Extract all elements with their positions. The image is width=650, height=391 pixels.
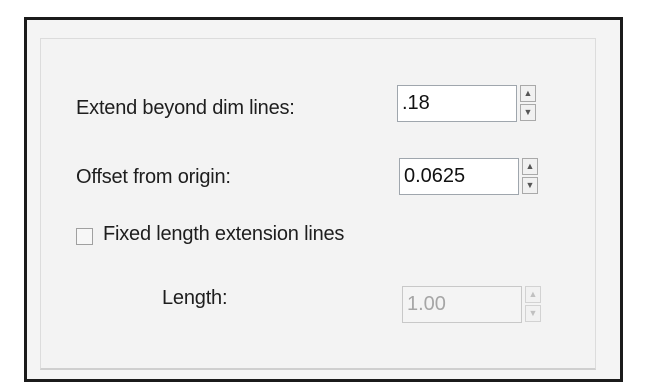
fixed-length-label[interactable]: Fixed length extension lines <box>103 223 344 246</box>
offset-from-origin-input[interactable]: 0.0625 <box>399 158 519 195</box>
fixed-length-checkbox[interactable] <box>76 228 93 245</box>
chevron-down-icon[interactable]: ▼ <box>522 177 538 194</box>
extend-beyond-label: Extend beyond dim lines: <box>76 97 295 119</box>
extend-beyond-spinner[interactable]: .18 ▲ ▼ <box>397 85 536 122</box>
length-spinner: 1.00 ▲ ▼ <box>402 286 541 323</box>
chevron-down-icon[interactable]: ▼ <box>520 104 536 121</box>
chevron-down-icon: ▼ <box>525 305 541 322</box>
extend-beyond-input[interactable]: .18 <box>397 85 517 122</box>
chevron-up-icon: ▲ <box>525 286 541 303</box>
length-label: Length: <box>162 287 228 309</box>
length-input: 1.00 <box>402 286 522 323</box>
chevron-up-icon[interactable]: ▲ <box>520 85 536 102</box>
offset-from-origin-spinner[interactable]: 0.0625 ▲ ▼ <box>399 158 538 195</box>
extension-lines-group: Extend beyond dim lines: .18 ▲ ▼ Offset … <box>40 38 596 370</box>
offset-from-origin-label: Offset from origin: <box>76 166 231 188</box>
chevron-up-icon[interactable]: ▲ <box>522 158 538 175</box>
screenshot-canvas: Extend beyond dim lines: .18 ▲ ▼ Offset … <box>0 0 650 391</box>
dialog-frame: Extend beyond dim lines: .18 ▲ ▼ Offset … <box>24 17 623 382</box>
